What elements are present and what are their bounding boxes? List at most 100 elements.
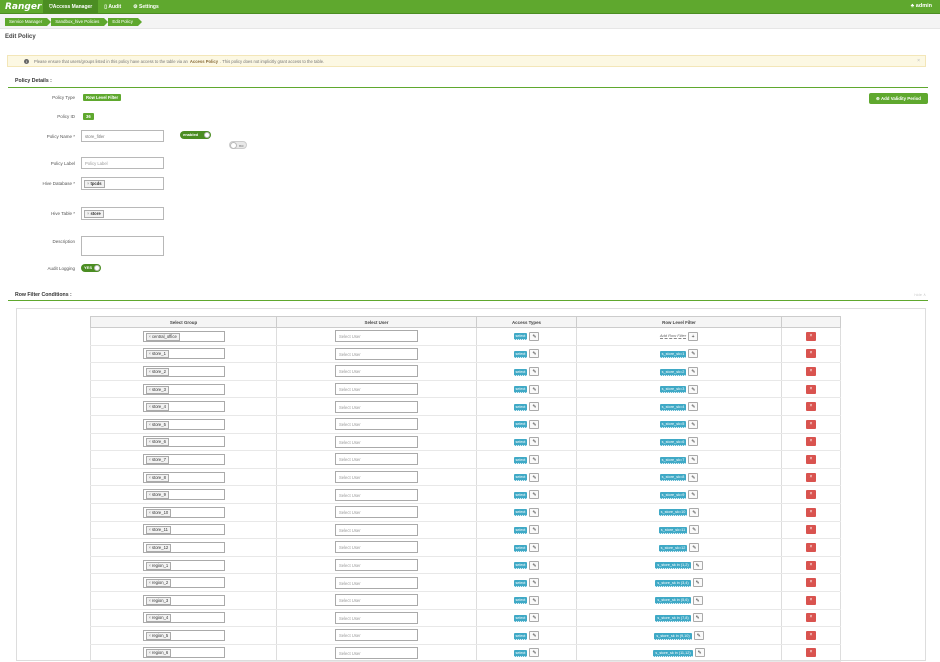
- row-filter-value[interactable]: s_store_sk in (11,12): [653, 650, 693, 658]
- remove-tag-icon[interactable]: ×: [149, 334, 151, 339]
- edit-filter-icon[interactable]: ✎: [692, 613, 703, 623]
- user-select[interactable]: Select User: [335, 347, 418, 360]
- edit-access-icon[interactable]: ✎: [529, 578, 540, 588]
- delete-row-button[interactable]: ×: [806, 525, 816, 535]
- edit-filter-icon[interactable]: ✎: [688, 419, 699, 429]
- user-select[interactable]: Select User: [335, 453, 418, 466]
- user-select[interactable]: Select User: [335, 471, 418, 484]
- remove-tag-icon[interactable]: ×: [149, 615, 151, 620]
- edit-access-icon[interactable]: ✎: [529, 402, 540, 412]
- brand-logo[interactable]: Ranger: [0, 2, 43, 12]
- nav-access-manager[interactable]: ⛉ Access Manager: [43, 0, 99, 14]
- remove-tag-icon[interactable]: ×: [149, 369, 151, 374]
- row-filter-value[interactable]: s_store_sk=6: [659, 438, 687, 446]
- delete-row-button[interactable]: ×: [806, 331, 816, 341]
- user-select[interactable]: Select User: [335, 365, 418, 378]
- hide-toggle-link[interactable]: hide ∧: [914, 292, 926, 297]
- group-select[interactable]: ×store_3: [142, 383, 225, 395]
- edit-access-icon[interactable]: ✎: [529, 419, 540, 429]
- remove-tag-icon[interactable]: ×: [149, 457, 151, 462]
- remove-tag-icon[interactable]: ×: [149, 475, 151, 480]
- delete-row-button[interactable]: ×: [806, 454, 816, 464]
- delete-row-button[interactable]: ×: [806, 560, 816, 570]
- audit-logging-toggle[interactable]: YES: [81, 264, 101, 272]
- row-filter-value[interactable]: s_store_sk in (7,8): [655, 614, 691, 622]
- remove-tag-icon[interactable]: ×: [149, 650, 151, 655]
- row-filter-value[interactable]: s_store_sk=9: [659, 491, 687, 499]
- edit-filter-icon[interactable]: ✎: [688, 472, 699, 482]
- remove-tag-icon[interactable]: ×: [149, 492, 151, 497]
- edit-access-icon[interactable]: ✎: [529, 630, 540, 640]
- delete-row-button[interactable]: ×: [806, 490, 816, 500]
- group-select[interactable]: ×store_4: [142, 401, 225, 413]
- edit-filter-icon[interactable]: ✎: [688, 349, 699, 359]
- group-select[interactable]: ×store_11: [142, 524, 225, 536]
- edit-filter-icon[interactable]: ✎: [688, 366, 699, 376]
- group-select[interactable]: ×store_7: [142, 453, 225, 465]
- edit-filter-icon[interactable]: ✎: [688, 454, 699, 464]
- delete-row-button[interactable]: ×: [806, 507, 816, 517]
- delete-row-button[interactable]: ×: [806, 595, 816, 605]
- user-select[interactable]: Select User: [335, 541, 418, 554]
- override-toggle[interactable]: no: [229, 141, 247, 149]
- description-textarea[interactable]: [81, 236, 164, 256]
- user-select[interactable]: Select User: [335, 400, 418, 413]
- edit-access-icon[interactable]: ✎: [529, 560, 540, 570]
- edit-filter-icon[interactable]: ✎: [692, 578, 703, 588]
- close-icon[interactable]: ×: [917, 58, 920, 64]
- group-select[interactable]: ×region_2: [142, 577, 225, 589]
- access-type-tag[interactable]: select: [513, 456, 528, 464]
- user-select[interactable]: Select User: [335, 646, 418, 659]
- row-filter-value[interactable]: s_store_sk in (3,4): [655, 579, 691, 587]
- group-select[interactable]: ×store_1: [142, 348, 225, 360]
- user-select[interactable]: Select User: [335, 559, 418, 572]
- row-filter-value[interactable]: s_store_sk=2: [659, 368, 687, 376]
- remove-tag-icon[interactable]: ×: [149, 439, 151, 444]
- group-select[interactable]: ×central_office: [142, 330, 225, 342]
- delete-row-button[interactable]: ×: [806, 437, 816, 447]
- remove-tag-icon[interactable]: ×: [149, 580, 151, 585]
- row-filter-value[interactable]: s_store_sk in (1,2): [655, 562, 691, 570]
- edit-filter-icon[interactable]: ✎: [692, 595, 703, 605]
- row-filter-value[interactable]: s_store_sk=8: [659, 474, 687, 482]
- nav-audit[interactable]: ▯ Audit: [98, 0, 127, 14]
- user-select[interactable]: Select User: [335, 488, 418, 501]
- remove-tag-icon[interactable]: ×: [149, 351, 151, 356]
- hive-table-input[interactable]: ×store: [81, 207, 164, 220]
- row-filter-value[interactable]: s_store_sk=10: [658, 509, 688, 517]
- access-type-tag[interactable]: select: [513, 597, 528, 605]
- delete-row-button[interactable]: ×: [806, 384, 816, 394]
- access-type-tag[interactable]: select: [513, 650, 528, 658]
- edit-access-icon[interactable]: ✎: [529, 437, 540, 447]
- delete-row-button[interactable]: ×: [806, 366, 816, 376]
- edit-filter-icon[interactable]: ✎: [689, 542, 700, 552]
- edit-access-icon[interactable]: ✎: [529, 507, 540, 517]
- row-filter-value[interactable]: s_store_sk=12: [658, 544, 688, 552]
- user-select[interactable]: Select User: [335, 594, 418, 607]
- access-type-tag[interactable]: select: [513, 579, 528, 587]
- user-select[interactable]: Select User: [335, 330, 418, 343]
- nav-settings[interactable]: ⚙ Settings: [127, 0, 165, 14]
- edit-filter-icon[interactable]: ✎: [694, 648, 705, 658]
- group-select[interactable]: ×store_6: [142, 436, 225, 448]
- user-select[interactable]: Select User: [335, 506, 418, 519]
- group-select[interactable]: ×store_5: [142, 418, 225, 430]
- breadcrumb-policies[interactable]: Sandbox_hive Policies: [51, 18, 109, 26]
- delete-row-button[interactable]: ×: [806, 613, 816, 623]
- access-policy-link[interactable]: Access Policy: [190, 59, 218, 64]
- user-select[interactable]: Select User: [335, 383, 418, 396]
- access-type-tag[interactable]: select: [513, 614, 528, 622]
- edit-filter-icon[interactable]: ✎: [692, 560, 703, 570]
- access-type-tag[interactable]: select: [513, 368, 528, 376]
- remove-tag-icon[interactable]: ×: [149, 387, 151, 392]
- enabled-toggle[interactable]: enabled: [180, 131, 211, 139]
- add-filter-icon[interactable]: +: [688, 331, 699, 341]
- access-type-tag[interactable]: select: [513, 509, 528, 517]
- group-select[interactable]: ×store_12: [142, 541, 225, 553]
- group-select[interactable]: ×region_5: [142, 629, 225, 641]
- remove-tag-icon[interactable]: ×: [149, 422, 151, 427]
- access-type-tag[interactable]: select: [513, 491, 528, 499]
- remove-tag-icon[interactable]: ×: [149, 545, 151, 550]
- remove-tag-icon[interactable]: ×: [149, 510, 151, 515]
- user-select[interactable]: Select User: [335, 435, 418, 448]
